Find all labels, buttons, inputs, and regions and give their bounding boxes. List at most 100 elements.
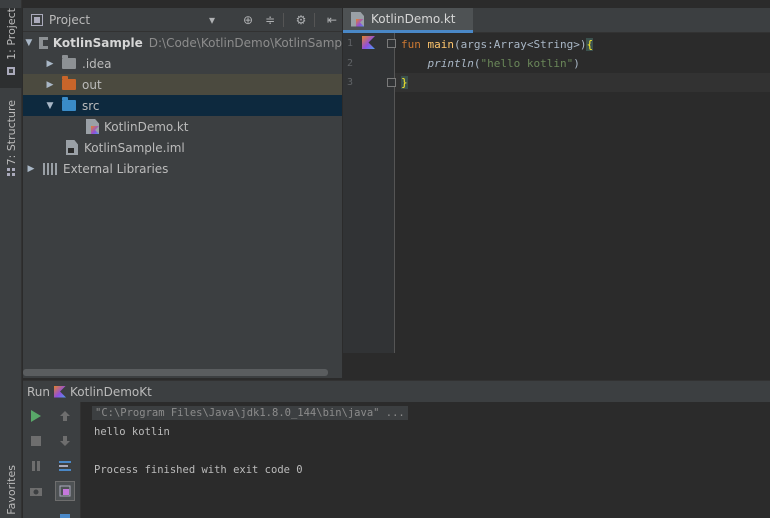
collapsed-arrow-icon[interactable]: ▶	[44, 59, 56, 69]
console-command-line: "C:\Program Files\Java\jdk1.8.0_144\bin\…	[92, 406, 408, 420]
tree-item-kotlinsample-iml[interactable]: KotlinSample.iml	[23, 137, 342, 158]
tree-item-label: KotlinSample.iml	[84, 140, 185, 155]
console-exit-message: Process finished with exit code 0	[94, 464, 303, 476]
project-tool-tab[interactable]: 1: Project	[0, 8, 22, 88]
line-number: 1	[347, 38, 354, 49]
hide-panel-icon[interactable]: ⇤	[323, 11, 341, 29]
open-paren: (	[473, 57, 481, 70]
print-button[interactable]	[55, 481, 75, 501]
tree-item-label: KotlinSample	[52, 35, 143, 50]
tree-item-label: .idea	[82, 56, 112, 71]
tree-item-path: D:\Code\KotlinDemo\KotlinSamp	[148, 35, 342, 50]
parameter-list: (args:Array<String>)	[454, 38, 587, 51]
tree-item-label: External Libraries	[63, 161, 169, 176]
scroll-from-source-icon[interactable]: ⊕	[239, 11, 257, 29]
open-brace: {	[586, 38, 594, 51]
fold-marker-icon[interactable]	[387, 39, 396, 48]
run-toolbar	[23, 402, 81, 518]
tree-item-idea[interactable]: ▶ .idea	[23, 53, 342, 74]
run-panel-label: Run	[27, 384, 51, 399]
fold-marker-icon[interactable]	[387, 78, 396, 87]
kotlin-file-icon	[86, 119, 99, 134]
project-panel: Project ▾ ⊕ ≑ ⚙ ⇤ ▼ KotlinSample D:\Code…	[23, 8, 342, 378]
collapsed-arrow-icon[interactable]: ▶	[25, 164, 37, 174]
code-line-3: }	[401, 73, 408, 92]
tree-item-label: out	[82, 77, 102, 92]
arrow-up-icon	[60, 411, 70, 421]
toolbar-separator	[314, 12, 315, 27]
run-console[interactable]: "C:\Program Files\Java\jdk1.8.0_144\bin\…	[82, 402, 770, 518]
soft-wrap-icon	[59, 461, 71, 471]
project-tree: ▼ KotlinSample D:\Code\KotlinDemo\Kotlin…	[23, 32, 342, 179]
structure-tool-tab-label: 7: Structure	[4, 100, 18, 166]
project-tool-icon	[7, 66, 15, 75]
expanded-arrow-icon[interactable]: ▼	[44, 101, 56, 111]
project-horizontal-scrollbar[interactable]	[23, 369, 328, 376]
run-config-tab[interactable]: KotlinDemoKt	[70, 385, 152, 399]
tree-item-out[interactable]: ▶ out	[23, 74, 342, 95]
structure-tool-tab[interactable]: 7: Structure	[0, 100, 22, 185]
collapse-all-icon[interactable]: ≑	[261, 11, 279, 29]
kotlin-file-icon	[351, 11, 364, 27]
rerun-button[interactable]	[26, 406, 46, 426]
keyword-fun: fun	[401, 38, 428, 51]
tree-item-label: src	[82, 98, 100, 113]
structure-tool-icon	[7, 168, 15, 177]
scroll-to-end-icon	[59, 485, 71, 497]
code-line-1: fun main (args:Array<String>){	[401, 35, 594, 54]
project-tool-tab-label: 1: Project	[4, 8, 18, 60]
close-paren: )	[573, 57, 580, 70]
play-icon	[31, 410, 41, 422]
console-output-line: hello kotlin	[94, 426, 170, 438]
current-line-highlight	[395, 73, 770, 92]
line-number: 3	[347, 77, 354, 88]
folder-icon	[62, 55, 76, 69]
close-brace: }	[401, 76, 408, 89]
pause-icon	[32, 461, 40, 471]
line-number: 2	[347, 58, 354, 69]
editor-gutter: 1 2 3	[343, 33, 396, 353]
run-gutter-icon[interactable]	[362, 36, 375, 49]
toolbar-separator	[283, 12, 284, 27]
favorites-tool-tab-label: Favorites	[4, 465, 18, 515]
pause-button[interactable]	[26, 456, 46, 476]
tree-item-kotlinsample[interactable]: ▼ KotlinSample D:\Code\KotlinDemo\Kotlin…	[23, 32, 342, 53]
module-file-icon	[66, 140, 78, 155]
code-editor[interactable]: 1 2 3 fun main (args:Array<String>){ prin…	[343, 33, 770, 378]
excluded-folder-icon	[62, 76, 76, 90]
println-call: println	[427, 57, 474, 70]
stop-button[interactable]	[26, 431, 46, 451]
gear-icon[interactable]: ⚙	[292, 11, 310, 29]
dump-threads-button[interactable]	[26, 481, 46, 501]
project-view-label: Project	[49, 12, 91, 27]
tree-item-kotlindemo-kt[interactable]: KotlinDemo.kt	[23, 116, 342, 137]
project-view-selector[interactable]: Project	[49, 13, 199, 27]
tree-item-external-libraries[interactable]: ▶ External Libraries	[23, 158, 342, 179]
collapsed-arrow-icon[interactable]: ▶	[44, 80, 56, 90]
project-view-icon	[31, 13, 43, 26]
editor-tab-kotlindemo[interactable]: KotlinDemo.kt	[343, 8, 473, 33]
favorites-tool-tab[interactable]: Favorites	[0, 465, 22, 518]
libraries-icon	[43, 162, 57, 175]
dropdown-arrow-icon[interactable]: ▾	[203, 11, 221, 29]
stop-icon	[31, 436, 41, 446]
run-panel-header: Run KotlinDemoKt	[23, 380, 770, 402]
soft-wrap-button[interactable]	[55, 456, 75, 476]
scroll-up-button[interactable]	[55, 406, 75, 426]
expanded-arrow-icon[interactable]: ▼	[25, 38, 33, 48]
string-literal: "hello kotlin"	[480, 57, 574, 70]
printer-icon	[60, 514, 70, 518]
scroll-down-button[interactable]	[55, 431, 75, 451]
project-panel-header: Project ▾ ⊕ ≑ ⚙ ⇤	[23, 8, 342, 32]
module-icon	[38, 36, 49, 49]
kotlin-run-config-icon	[54, 385, 67, 398]
left-tool-strip: 1: Project 7: Structure Favorites	[0, 0, 22, 518]
arrow-down-icon	[60, 436, 70, 446]
tree-item-label: KotlinDemo.kt	[104, 119, 189, 134]
editor-tab-label: KotlinDemo.kt	[371, 12, 456, 26]
print-output-button[interactable]	[55, 506, 75, 518]
function-name: main	[427, 38, 455, 51]
code-line-2: println("hello kotlin")	[401, 54, 580, 73]
tree-item-src[interactable]: ▼ src	[23, 95, 342, 116]
